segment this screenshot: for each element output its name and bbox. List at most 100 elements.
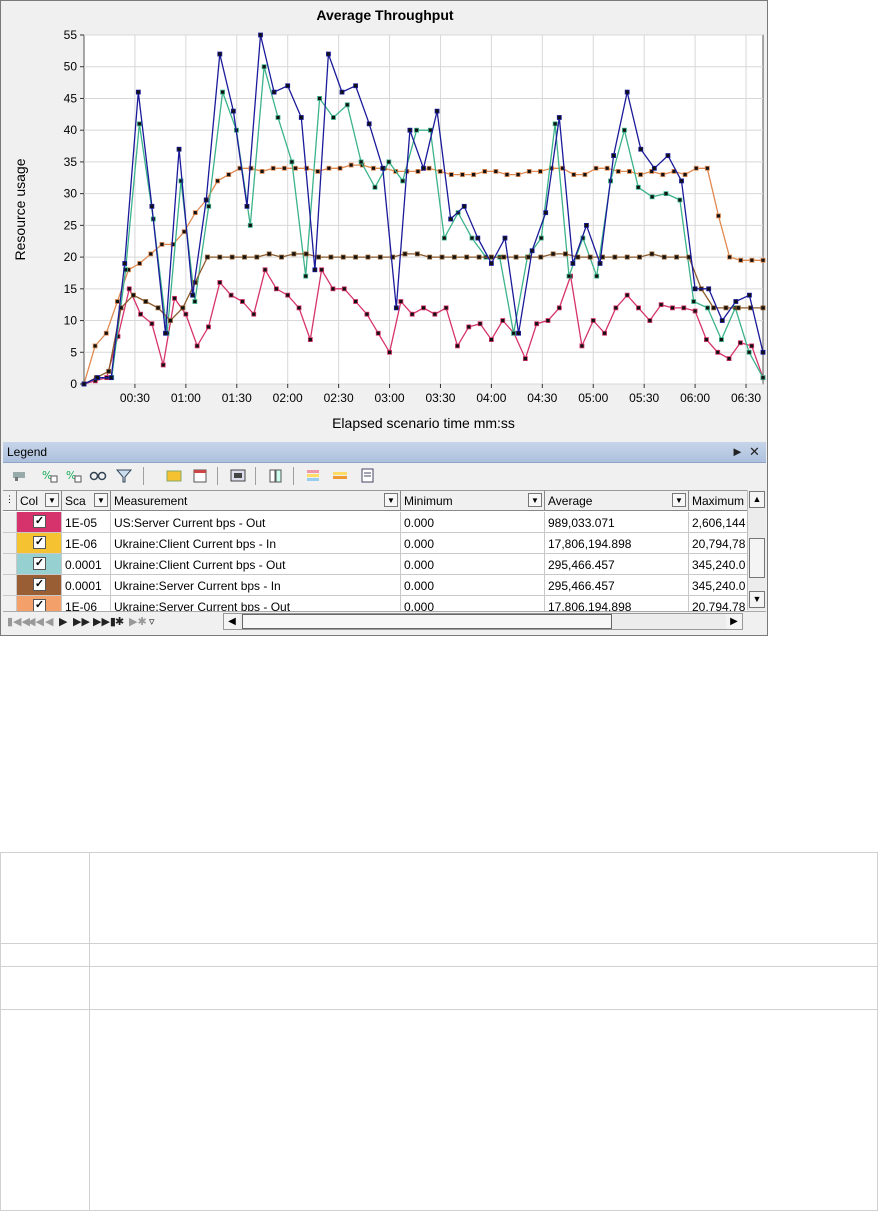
previous-record-icon[interactable]: ◀ (45, 615, 53, 628)
data-point (261, 64, 267, 70)
data-point (137, 121, 142, 127)
table-row[interactable]: ✓ 1E-05 US:Server Current bps - Out 0.00… (3, 512, 747, 533)
data-point (387, 349, 392, 355)
show-measurement-icon[interactable]: % (41, 467, 59, 484)
horizontal-scrollbar[interactable]: ◀ ▶ (223, 613, 743, 630)
data-point (393, 305, 399, 311)
maximum-cell: 20,794,78 (689, 533, 747, 554)
filter-icon[interactable]: ▿ (149, 615, 155, 628)
data-point (414, 127, 419, 133)
data-point (749, 343, 755, 349)
filter-icon[interactable] (115, 467, 133, 484)
scroll-down-icon[interactable]: ▼ (749, 591, 765, 608)
table-row[interactable]: ✓ 0.0001 Ukraine:Client Current bps - Ou… (3, 554, 747, 575)
row-selector[interactable] (3, 575, 17, 596)
next-record-icon[interactable]: ▶ (59, 615, 67, 628)
data-point (587, 254, 593, 260)
data-point (183, 311, 189, 317)
close-icon[interactable]: ✕ (749, 444, 760, 460)
checkbox-checked-icon[interactable]: ✓ (33, 599, 46, 611)
chevron-down-icon[interactable]: ▼ (45, 493, 59, 507)
color-cell[interactable]: ✓ (17, 554, 62, 575)
hide-measurement-icon[interactable] (11, 467, 29, 484)
row-selector[interactable] (3, 554, 17, 575)
table-row[interactable]: ✓ 0.0001 Ukraine:Server Current bps - In… (3, 575, 747, 596)
color-cell[interactable]: ✓ (17, 533, 62, 554)
column-header-measurement[interactable]: Measurement ▼ (111, 491, 401, 511)
measurement-cell: Ukraine:Client Current bps - Out (111, 554, 401, 575)
scroll-thumb[interactable] (749, 538, 765, 578)
column-header-col[interactable]: Col ▼ (17, 491, 62, 511)
row-selector[interactable] (3, 596, 17, 611)
color-cell[interactable]: ✓ (17, 596, 62, 611)
scroll-right-icon[interactable]: ▶ (726, 614, 742, 629)
column-header-minimum[interactable]: Minimum ▼ (401, 491, 545, 511)
checkbox-checked-icon[interactable]: ✓ (33, 557, 46, 570)
scroll-up-icon[interactable]: ▲ (749, 491, 765, 508)
data-point (377, 254, 383, 260)
data-point (661, 254, 667, 260)
snapshot-icon[interactable] (229, 467, 247, 484)
scroll-left-icon[interactable]: ◀ (224, 614, 240, 629)
data-point (303, 273, 309, 279)
column-header-maximum[interactable]: Maximum (689, 491, 747, 511)
columns-icon[interactable] (267, 467, 285, 484)
hide-all-icon[interactable] (331, 467, 349, 484)
data-point (251, 311, 257, 317)
checkbox-checked-icon[interactable]: ✓ (33, 536, 46, 549)
chevron-down-icon[interactable]: ▼ (672, 493, 686, 507)
y-tick-label: 10 (64, 314, 78, 328)
chevron-down-icon[interactable]: ▼ (384, 493, 398, 507)
data-point (627, 169, 632, 174)
data-point (604, 165, 610, 171)
next-page-icon[interactable]: ▶▶ (73, 615, 90, 628)
configure-measurement-icon[interactable]: % (65, 467, 83, 484)
previous-page-icon[interactable]: ◀◀ (27, 615, 44, 628)
export-icon[interactable] (191, 467, 209, 484)
minimum-cell: 0.000 (401, 554, 545, 575)
table-row[interactable]: ✓ 1E-06 Ukraine:Server Current bps - Out… (3, 596, 747, 611)
color-cell[interactable]: ✓ (17, 575, 62, 596)
data-point (215, 178, 220, 184)
correlate-icon[interactable] (165, 467, 183, 484)
data-point (258, 32, 263, 38)
data-point (220, 89, 225, 95)
data-point (727, 254, 733, 260)
column-header-scale[interactable]: Sca ▼ (62, 491, 111, 511)
table-row (0, 943, 878, 967)
table-row[interactable]: ✓ 1E-06 Ukraine:Client Current bps - In … (3, 533, 747, 554)
data-point (168, 318, 173, 323)
find-icon[interactable] (89, 467, 107, 484)
last-record-icon[interactable]: ▶▶▮ (93, 615, 116, 628)
maximum-cell: 20,794,78 (689, 596, 747, 611)
color-cell[interactable]: ✓ (17, 512, 62, 533)
row-selector[interactable] (3, 533, 17, 554)
scroll-thumb[interactable] (242, 614, 612, 629)
checkbox-checked-icon[interactable]: ✓ (33, 515, 46, 528)
x-tick-label: 04:30 (527, 391, 557, 405)
data-point (719, 337, 724, 342)
data-point (704, 337, 709, 342)
data-point (622, 127, 627, 133)
data-point (206, 324, 211, 330)
data-point (746, 349, 752, 355)
row-selector[interactable] (3, 512, 17, 533)
data-point (380, 165, 386, 171)
chevron-down-icon[interactable]: ▼ (94, 493, 108, 507)
column-header-average[interactable]: Average ▼ (545, 491, 689, 511)
checkbox-checked-icon[interactable]: ✓ (33, 578, 46, 591)
data-point (723, 305, 729, 311)
data-point (651, 165, 657, 171)
data-point (760, 305, 766, 311)
chevron-down-icon[interactable]: ▼ (528, 493, 542, 507)
show-all-icon[interactable] (305, 467, 323, 484)
data-point (230, 108, 236, 114)
x-tick-label: 06:30 (731, 391, 761, 405)
vertical-scrollbar[interactable]: ▲ ▼ (747, 490, 766, 610)
data-point (172, 295, 177, 301)
pin-icon[interactable]: ► (731, 444, 744, 459)
data-point (638, 146, 644, 152)
properties-icon[interactable] (359, 467, 377, 484)
new-record-icon[interactable]: ▶✱ (129, 615, 147, 628)
asterisk-icon[interactable]: ✱ (115, 615, 124, 628)
